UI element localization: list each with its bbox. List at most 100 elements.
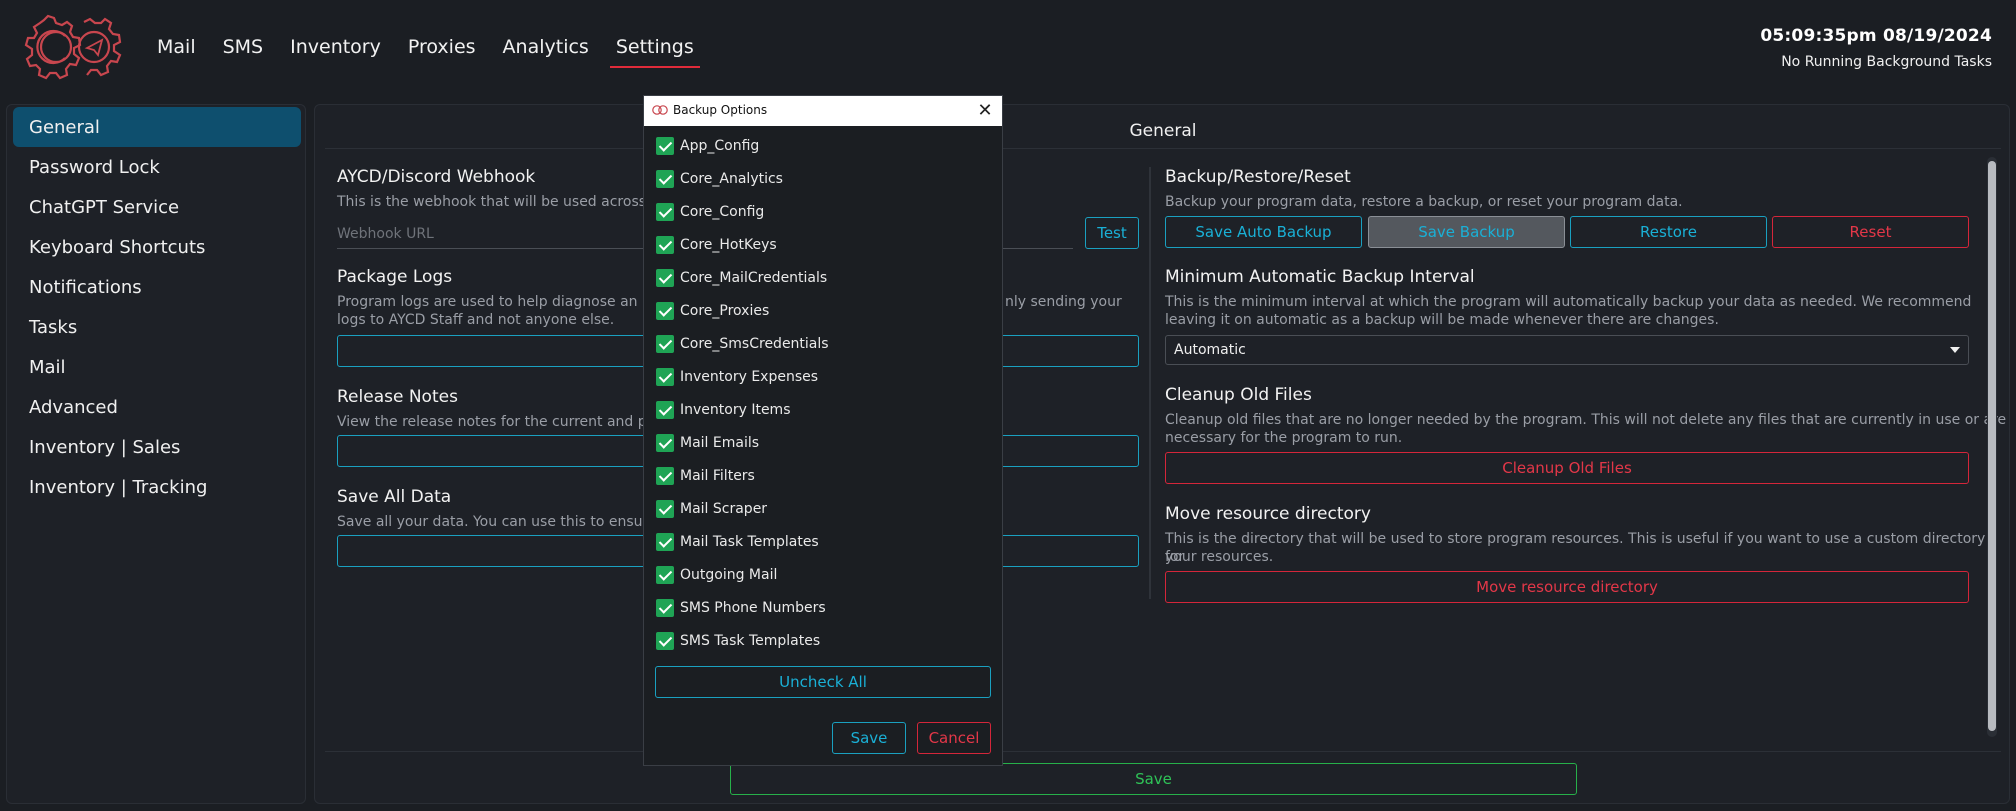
nav-proxies[interactable]: Proxies: [406, 36, 478, 62]
scrollbar-thumb[interactable]: [1988, 161, 1996, 731]
close-icon[interactable]: ✕: [974, 100, 996, 122]
reset-button[interactable]: Reset: [1772, 216, 1969, 248]
backup-interval-title: Minimum Automatic Backup Interval: [1165, 267, 1475, 287]
option-mail-scraper[interactable]: Mail Scraper: [656, 497, 767, 521]
nav-analytics[interactable]: Analytics: [501, 36, 591, 62]
checkbox[interactable]: [656, 203, 674, 221]
option-label: Outgoing Mail: [680, 567, 778, 583]
checkbox[interactable]: [656, 500, 674, 518]
sidebar-item-advanced[interactable]: Advanced: [13, 387, 301, 427]
option-app-config[interactable]: App_Config: [656, 134, 759, 158]
option-mail-filters[interactable]: Mail Filters: [656, 464, 755, 488]
checkbox[interactable]: [656, 137, 674, 155]
backup-restore-reset-desc: Backup your program data, restore a back…: [1165, 194, 1683, 210]
backup-interval-desc-line2: leaving it on automatic as a backup will…: [1165, 312, 1719, 328]
nav-sms[interactable]: SMS: [221, 36, 266, 62]
move-directory-desc-line2: your resources.: [1165, 549, 1274, 565]
option-inventory-items[interactable]: Inventory Items: [656, 398, 790, 422]
page-title: General: [325, 113, 2001, 149]
cleanup-title: Cleanup Old Files: [1165, 385, 1312, 405]
save-backup-button[interactable]: Save Backup: [1368, 216, 1565, 248]
sidebar-item-general[interactable]: General: [13, 107, 301, 147]
save-all-data-desc: Save all your data. You can use this to …: [337, 514, 657, 530]
option-core-mailcredentials[interactable]: Core_MailCredentials: [656, 266, 827, 290]
dialog-title: Backup Options: [673, 103, 768, 117]
option-inventory-expenses[interactable]: Inventory Expenses: [656, 365, 818, 389]
footer-divider: [325, 751, 2001, 752]
backup-interval-select[interactable]: Automatic: [1165, 335, 1969, 365]
option-label: Inventory Items: [680, 402, 791, 418]
checkbox[interactable]: [656, 599, 674, 617]
status-area: 05:09:35pm 08/19/2024 No Running Backgro…: [1760, 26, 1992, 70]
sidebar-item-notifications[interactable]: Notifications: [13, 267, 301, 307]
option-core-config[interactable]: Core_Config: [656, 200, 764, 224]
sidebar-item-inventory-sales[interactable]: Inventory | Sales: [13, 427, 301, 467]
option-label: Mail Emails: [680, 435, 760, 451]
option-mail-task-templates[interactable]: Mail Task Templates: [656, 530, 819, 554]
nav-mail[interactable]: Mail: [155, 36, 198, 62]
webhook-desc: This is the webhook that will be used ac…: [337, 194, 665, 210]
nav-inventory[interactable]: Inventory: [288, 36, 383, 62]
save-all-data-title: Save All Data: [337, 487, 452, 507]
cleanup-old-files-button[interactable]: Cleanup Old Files: [1165, 452, 1969, 484]
option-core-hotkeys[interactable]: Core_HotKeys: [656, 233, 777, 257]
package-logs-desc-line1: Program logs are used to help diagnose a…: [337, 294, 661, 310]
backup-options-dialog: Backup Options ✕ App_Config Core_Analyti…: [643, 95, 1003, 766]
package-logs-desc-line1-end: nly sending your: [1005, 294, 1122, 310]
checkbox[interactable]: [656, 566, 674, 584]
scrollbar[interactable]: [1987, 157, 1997, 737]
restore-button[interactable]: Restore: [1570, 216, 1767, 248]
option-core-smscredentials[interactable]: Core_SmsCredentials: [656, 332, 829, 356]
option-core-proxies[interactable]: Core_Proxies: [656, 299, 769, 323]
option-label: Core_MailCredentials: [680, 270, 828, 286]
test-webhook-button[interactable]: Test: [1085, 217, 1139, 249]
checkbox[interactable]: [656, 335, 674, 353]
option-sms-phone-numbers[interactable]: SMS Phone Numbers: [656, 596, 826, 620]
option-label: Core_Proxies: [680, 303, 770, 319]
checkbox[interactable]: [656, 302, 674, 320]
dialog-save-button[interactable]: Save: [832, 722, 906, 754]
sidebar-item-keyboard-shortcuts[interactable]: Keyboard Shortcuts: [13, 227, 301, 267]
option-outgoing-mail[interactable]: Outgoing Mail: [656, 563, 777, 587]
app-icon: [652, 105, 668, 115]
option-label: Core_SmsCredentials: [680, 336, 829, 352]
checkbox[interactable]: [656, 236, 674, 254]
move-resource-directory-button[interactable]: Move resource directory: [1165, 571, 1969, 603]
sidebar-item-mail[interactable]: Mail: [13, 347, 301, 387]
option-mail-emails[interactable]: Mail Emails: [656, 431, 759, 455]
checkbox[interactable]: [656, 368, 674, 386]
checkbox[interactable]: [656, 467, 674, 485]
option-label: Mail Filters: [680, 468, 755, 484]
uncheck-all-button[interactable]: Uncheck All: [655, 666, 991, 698]
move-directory-title: Move resource directory: [1165, 504, 1371, 524]
checkbox[interactable]: [656, 269, 674, 287]
save-button[interactable]: Save: [730, 763, 1577, 795]
clock-time: 05:09:35pm 08/19/2024: [1760, 26, 1992, 46]
settings-main-panel: General AYCD/Discord Webhook This is the…: [314, 104, 2010, 804]
move-directory-desc-line1: This is the directory that will be used …: [1165, 531, 1986, 565]
checkbox[interactable]: [656, 401, 674, 419]
sidebar-item-tasks[interactable]: Tasks: [13, 307, 301, 347]
checkbox[interactable]: [656, 434, 674, 452]
release-notes-desc: View the release notes for the current a…: [337, 414, 661, 430]
checkbox[interactable]: [656, 533, 674, 551]
release-notes-title: Release Notes: [337, 387, 458, 407]
cleanup-desc-line1: Cleanup old files that are no longer nee…: [1165, 412, 2007, 428]
sidebar-item-chatgpt-service[interactable]: ChatGPT Service: [13, 187, 301, 227]
option-label: Core_Config: [680, 204, 765, 220]
option-label: Inventory Expenses: [680, 369, 819, 385]
dialog-cancel-button[interactable]: Cancel: [917, 722, 991, 754]
checkbox[interactable]: [656, 170, 674, 188]
sidebar-item-inventory-tracking[interactable]: Inventory | Tracking: [13, 467, 301, 507]
option-label: App_Config: [680, 138, 760, 154]
option-label: Core_Analytics: [680, 171, 783, 187]
column-divider: [1149, 167, 1151, 599]
sidebar-item-password-lock[interactable]: Password Lock: [13, 147, 301, 187]
settings-sidebar: General Password Lock ChatGPT Service Ke…: [6, 104, 306, 804]
save-auto-backup-button[interactable]: Save Auto Backup: [1165, 216, 1362, 248]
nav-settings[interactable]: Settings: [609, 36, 700, 68]
dialog-titlebar: Backup Options ✕: [644, 96, 1002, 126]
checkbox[interactable]: [656, 632, 674, 650]
option-core-analytics[interactable]: Core_Analytics: [656, 167, 783, 191]
option-sms-task-templates[interactable]: SMS Task Templates: [656, 629, 820, 653]
